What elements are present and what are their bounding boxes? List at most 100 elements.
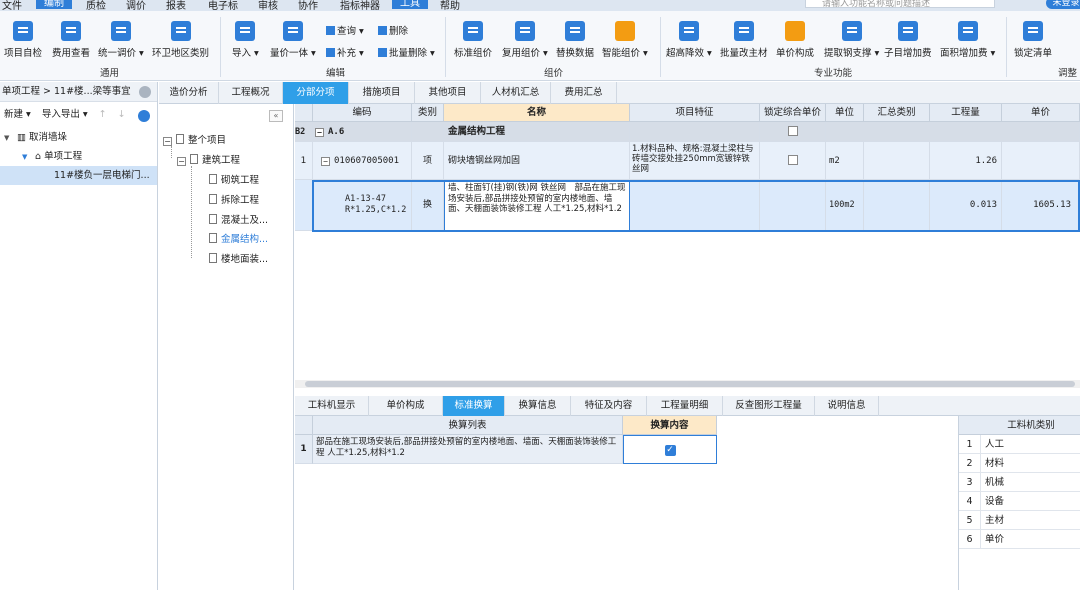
tree-branch[interactable]: − 建筑工程 <box>177 152 240 166</box>
item-code-cell[interactable]: −010607005001 <box>313 142 412 180</box>
item-feature-cell[interactable]: 1.材料品种、规格:混凝土梁柱与砖墙交接处挂250mm宽镀锌铁丝网 <box>630 142 760 180</box>
material-row[interactable]: 5 主材 <box>959 511 1080 530</box>
collapse-icon[interactable]: − <box>321 157 330 166</box>
tree-item-single-project[interactable]: ▼ ⌂ 单项工程 <box>0 147 157 166</box>
tree-root[interactable]: − 整个项目 <box>163 132 226 146</box>
conv-row-text[interactable]: 部品在施工现场安装后,部品拼接处预留的室内楼地面、墙面、天棚面装饰装修工程 人工… <box>313 435 623 464</box>
lock-checkbox[interactable] <box>787 126 798 136</box>
menu-file[interactable]: 文件 <box>2 0 22 11</box>
tree-item-unit-project[interactable]: 11#楼负一层电梯门... <box>0 166 157 185</box>
btab-feature-content[interactable]: 特征及内容 <box>571 396 647 416</box>
super-high-button[interactable]: 超高降效 ▾ <box>666 21 712 59</box>
collapse-icon[interactable]: − <box>163 137 172 146</box>
menu-price-adjust[interactable]: 调价 <box>126 0 146 11</box>
sub-item-fee-button[interactable]: 子目增加费 <box>884 21 932 59</box>
extract-steel-button[interactable]: 提取钢支撑 ▾ <box>824 21 879 59</box>
collapse-icon[interactable]: − <box>177 157 186 166</box>
btab-conversion-info[interactable]: 换算信息 <box>505 396 571 416</box>
unit-price-button[interactable]: 单价构成 <box>776 21 814 59</box>
batch-main-material-button[interactable]: 批量改主材 <box>720 21 768 59</box>
supplement-button[interactable]: 补充 ▾ <box>326 45 364 59</box>
btab-description[interactable]: 说明信息 <box>815 396 879 416</box>
move-down-button[interactable]: ↓ <box>118 109 126 120</box>
material-row[interactable]: 2 材料 <box>959 454 1080 473</box>
scrollbar-thumb[interactable] <box>305 381 1075 387</box>
material-row[interactable]: 6 单价 <box>959 530 1080 549</box>
item-type-cell[interactable]: 项 <box>412 142 444 180</box>
collapse-icon[interactable]: − <box>315 128 324 137</box>
lock-list-button[interactable]: 锁定清单 <box>1014 21 1052 59</box>
move-up-button[interactable]: ↑ <box>99 109 107 120</box>
item-qty-cell[interactable]: 1.26 <box>930 142 1002 180</box>
material-row[interactable]: 1 人工 <box>959 435 1080 454</box>
col-header-unit[interactable]: 单位 <box>826 104 864 122</box>
item-unit-cell[interactable]: m2 <box>826 142 864 180</box>
conv-row-check-cell[interactable]: ✓ <box>623 435 717 464</box>
item-lock-cell[interactable] <box>760 142 826 180</box>
menu-edit[interactable]: 编制 <box>36 0 72 9</box>
horizontal-scrollbar[interactable] <box>295 380 1080 388</box>
import-button[interactable]: 导入 ▾ <box>232 21 259 59</box>
btab-price-composition[interactable]: 单价构成 <box>369 396 443 416</box>
tab-overview[interactable]: 工程概况 <box>219 82 283 104</box>
menu-collab[interactable]: 协作 <box>298 0 318 11</box>
batch-delete-button[interactable]: 批量删除 ▾ <box>378 45 435 59</box>
col-header-feature[interactable]: 项目特征 <box>630 104 760 122</box>
item-name-cell[interactable]: 砌块墙钢丝网加固 <box>444 142 630 180</box>
tab-measures[interactable]: 措施项目 <box>349 82 415 104</box>
material-row[interactable]: 4 设备 <box>959 492 1080 511</box>
tab-fee-summary[interactable]: 费用汇总 <box>551 82 617 104</box>
btab-labor-display[interactable]: 工料机显示 <box>295 396 369 416</box>
col-header-name[interactable]: 名称 <box>444 104 630 122</box>
group-feature-cell[interactable] <box>630 122 760 142</box>
unified-adjust-button[interactable]: 统一调价 ▾ <box>98 21 144 59</box>
download-icon[interactable] <box>138 110 150 122</box>
login-button[interactable]: 未登录 <box>1046 0 1080 9</box>
tree-child-active[interactable]: 金属结构... <box>209 231 268 245</box>
col-header-qty[interactable]: 工程量 <box>930 104 1002 122</box>
btab-qty-detail[interactable]: 工程量明细 <box>647 396 723 416</box>
menu-e-bid[interactable]: 电子标 <box>208 0 238 11</box>
menu-index[interactable]: 指标神器 <box>340 0 380 11</box>
btab-graphic-qty[interactable]: 反查图形工程量 <box>723 396 815 416</box>
group-name-cell[interactable]: 金属结构工程 <box>444 122 630 142</box>
reuse-group-button[interactable]: 复用组价 ▾ <box>502 21 548 59</box>
col-header-price[interactable]: 单价 <box>1002 104 1080 122</box>
col-header-lock-price[interactable]: 锁定综合单价 <box>760 104 826 122</box>
menu-help[interactable]: 帮助 <box>440 0 460 11</box>
expand-icon[interactable]: ▼ <box>4 129 14 148</box>
fee-view-button[interactable]: 费用查看 <box>52 21 90 59</box>
tree-child[interactable]: 拆除工程 <box>209 192 259 206</box>
project-check-button[interactable]: 项目自检 <box>4 21 42 59</box>
tab-labor-material[interactable]: 人材机汇总 <box>481 82 551 104</box>
tree-item-project[interactable]: ▼ ▥ 取消墙垛 <box>0 128 157 147</box>
col-header-code[interactable]: 编码 <box>313 104 412 122</box>
region-category-button[interactable]: 环卫地区类别 <box>152 21 209 59</box>
group-code-cell[interactable]: − A.6 <box>313 122 412 142</box>
tree-child[interactable]: 楼地面装... <box>209 251 268 265</box>
standard-group-button[interactable]: 标准组价 <box>454 21 492 59</box>
menu-review[interactable]: 审核 <box>258 0 278 11</box>
lock-checkbox[interactable] <box>787 155 798 165</box>
col-header-type[interactable]: 类别 <box>412 104 444 122</box>
checkbox-checked-icon[interactable]: ✓ <box>664 445 676 456</box>
item-summary-cell[interactable] <box>864 142 930 180</box>
delete-button[interactable]: 删除 <box>378 23 408 37</box>
group-type-cell[interactable] <box>412 122 444 142</box>
col-header-summary-type[interactable]: 汇总类别 <box>864 104 930 122</box>
tab-cost-analysis[interactable]: 造价分析 <box>159 82 219 104</box>
tree-child[interactable]: 混凝土及... <box>209 212 268 226</box>
tab-items[interactable]: 分部分项 <box>283 82 349 104</box>
group-rest-cell[interactable] <box>826 122 1080 142</box>
menu-quality[interactable]: 质检 <box>86 0 106 11</box>
query-button[interactable]: 查询 ▾ <box>326 23 364 37</box>
material-row[interactable]: 3 机械 <box>959 473 1080 492</box>
item-price-cell[interactable] <box>1002 142 1080 180</box>
tab-other[interactable]: 其他项目 <box>415 82 481 104</box>
menu-tools[interactable]: 工具 <box>392 0 428 9</box>
function-search-input[interactable]: 请输入功能名称或问题描述 <box>805 0 995 9</box>
collapse-left-icon[interactable]: « <box>269 110 283 122</box>
group-lock-cell[interactable] <box>760 122 826 142</box>
smart-group-button[interactable]: 智能组价 ▾ <box>602 21 648 59</box>
new-button[interactable]: 新建 ▾ <box>4 109 31 120</box>
